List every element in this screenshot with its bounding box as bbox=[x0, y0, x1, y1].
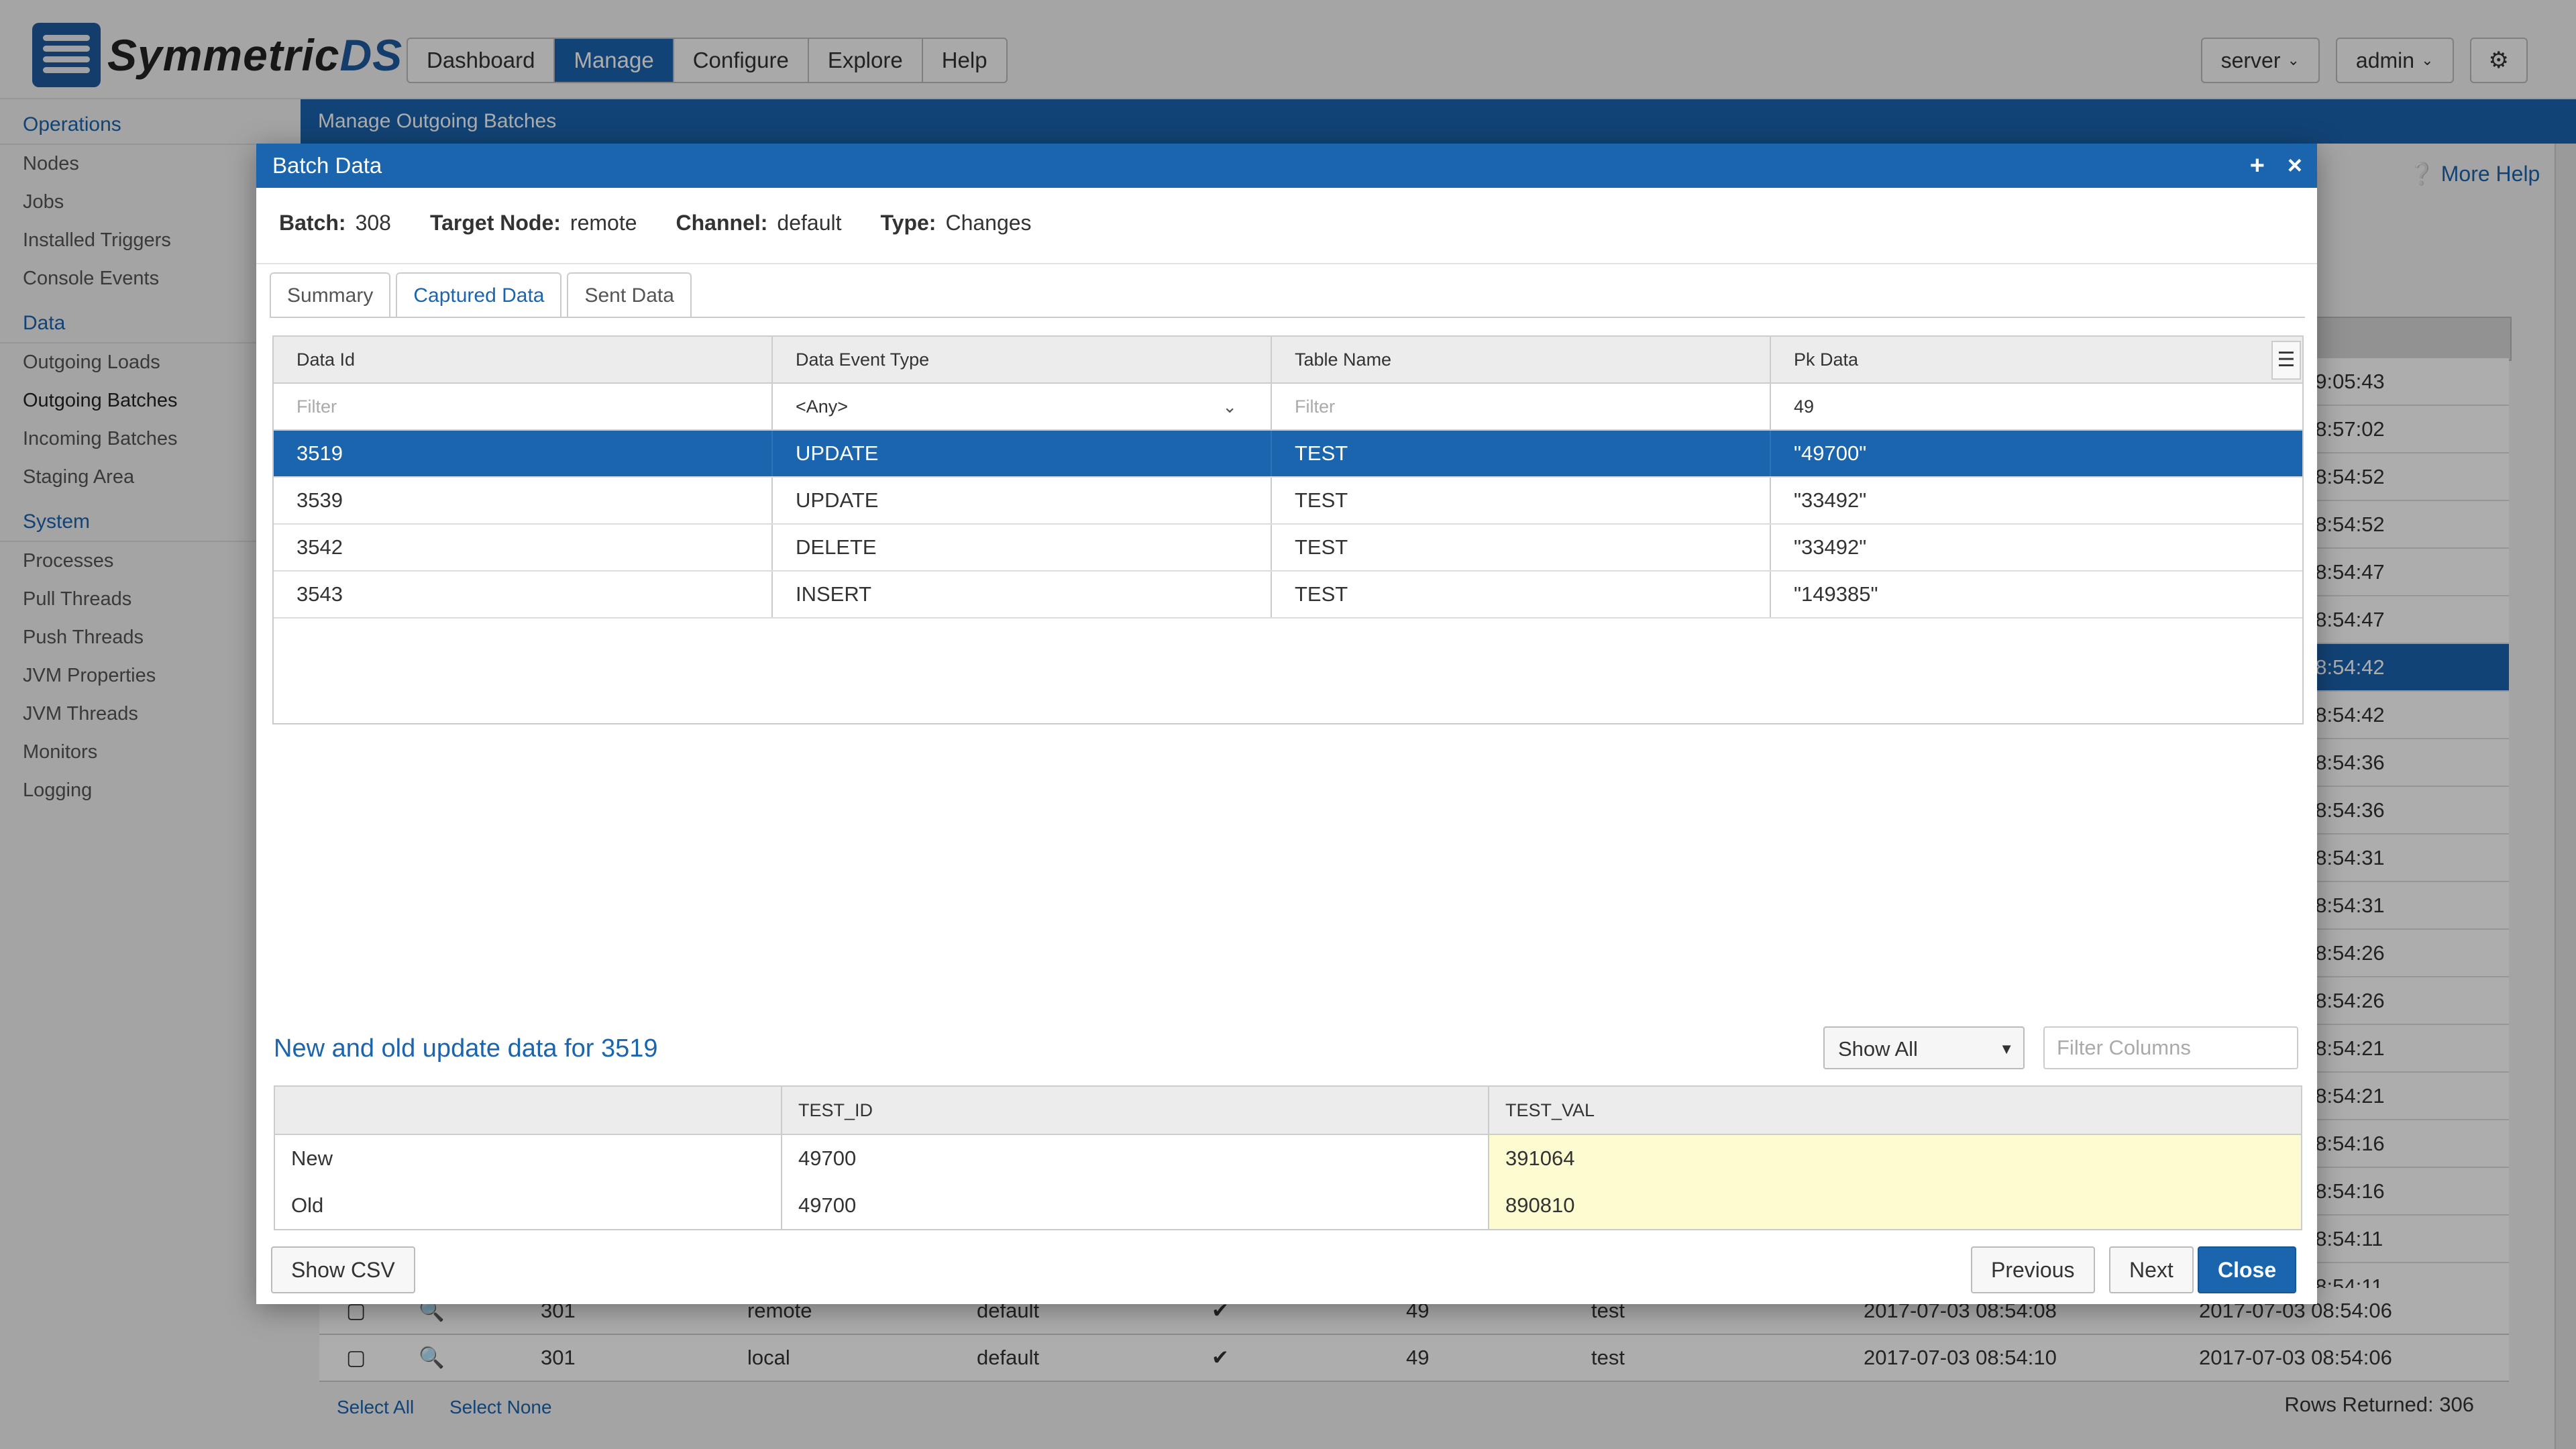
tab-captured-data[interactable]: Captured Data bbox=[396, 272, 562, 318]
pk-data-cell: "149385" bbox=[1794, 582, 1878, 606]
event-type-filter-select[interactable]: <Any> ⌄ bbox=[773, 384, 1272, 429]
data-id-cell: 3542 bbox=[274, 525, 773, 570]
caret-down-icon: ▼ bbox=[1999, 1040, 2014, 1057]
column-header-data-id[interactable]: Data Id bbox=[274, 337, 773, 382]
table-row[interactable]: Old 49700 890810 bbox=[275, 1182, 2301, 1229]
event-type-filter-value: <Any> bbox=[796, 396, 849, 417]
update-table-header: TEST_ID TEST_VAL bbox=[275, 1087, 2301, 1135]
table-name-cell: TEST bbox=[1272, 525, 1771, 570]
chevron-down-icon: ⌄ bbox=[1222, 396, 1237, 417]
grid-header-row: Data Id Data Event Type Table Name Pk Da… bbox=[274, 337, 2302, 384]
dialog-title-bar: Batch Data + × bbox=[256, 144, 2317, 188]
channel-value: default bbox=[777, 211, 842, 235]
close-icon[interactable]: × bbox=[2288, 144, 2302, 188]
pk-data-cell: "33492" bbox=[1794, 488, 1867, 512]
event-type-cell: UPDATE bbox=[773, 478, 1272, 523]
table-name-cell: TEST bbox=[1272, 431, 1771, 476]
batch-info: Batch: 308 Target Node: remote Channel: def… bbox=[279, 211, 1032, 235]
column-header-test-id: TEST_ID bbox=[782, 1087, 1489, 1134]
table-name-cell: TEST bbox=[1272, 478, 1771, 523]
column-header-test-val: TEST_VAL bbox=[1505, 1100, 1595, 1120]
table-row[interactable]: 3519 UPDATE TEST "49700" bbox=[274, 431, 2302, 478]
type-label: Type: bbox=[880, 211, 936, 235]
filter-columns-input[interactable] bbox=[2043, 1026, 2298, 1069]
table-row[interactable]: 3539 UPDATE TEST "33492" bbox=[274, 478, 2302, 525]
previous-button[interactable]: Previous bbox=[1971, 1246, 2095, 1293]
test-val-cell: 890810 bbox=[1489, 1182, 2301, 1229]
data-id-filter[interactable]: Filter bbox=[274, 384, 773, 429]
data-id-cell: 3519 bbox=[274, 431, 773, 476]
show-all-value: Show All bbox=[1838, 1037, 1918, 1061]
dialog-title: Batch Data bbox=[272, 153, 382, 178]
column-menu-icon[interactable]: ☰ bbox=[2271, 341, 2301, 380]
data-id-cell: 3543 bbox=[274, 572, 773, 617]
pk-data-filter[interactable]: 49 bbox=[1771, 384, 2302, 429]
next-button[interactable]: Next bbox=[2109, 1246, 2194, 1293]
channel-label: Channel: bbox=[676, 211, 768, 235]
table-row[interactable]: 3542 DELETE TEST "33492" bbox=[274, 525, 2302, 572]
table-row[interactable]: New 49700 391064 bbox=[275, 1135, 2301, 1183]
test-id-cell: 49700 bbox=[782, 1182, 1489, 1229]
target-node-label: Target Node: bbox=[429, 211, 561, 235]
tab-summary[interactable]: Summary bbox=[270, 272, 391, 318]
table-row[interactable]: 3543 INSERT TEST "149385" bbox=[274, 572, 2302, 619]
close-button[interactable]: Close bbox=[2198, 1246, 2297, 1293]
maximize-icon[interactable]: + bbox=[2250, 144, 2265, 188]
column-header-pk-data[interactable]: Pk Data bbox=[1771, 337, 2270, 382]
row-type-cell: Old bbox=[275, 1182, 782, 1229]
grid-filter-row: Filter <Any> ⌄ Filter 49 bbox=[274, 384, 2302, 431]
update-data-table: TEST_ID TEST_VAL New 49700 391064 Old 49… bbox=[274, 1085, 2302, 1230]
target-node-value: remote bbox=[570, 211, 637, 235]
table-name-cell: TEST bbox=[1272, 572, 1771, 617]
test-val-cell: 391064 bbox=[1489, 1135, 2301, 1182]
type-value: Changes bbox=[945, 211, 1032, 235]
row-type-cell: New bbox=[275, 1135, 782, 1182]
captured-data-grid: Data Id Data Event Type Table Name Pk Da… bbox=[272, 335, 2304, 724]
batch-value: 308 bbox=[355, 211, 391, 235]
event-type-cell: UPDATE bbox=[773, 431, 1272, 476]
tab-sent-data[interactable]: Sent Data bbox=[567, 272, 692, 318]
event-type-cell: DELETE bbox=[773, 525, 1272, 570]
batch-data-dialog: Batch Data + × Batch: 308 Target Node: rem… bbox=[256, 144, 2317, 1304]
column-header-row-type bbox=[275, 1087, 782, 1134]
event-type-cell: INSERT bbox=[773, 572, 1272, 617]
show-all-select[interactable]: Show All ▼ bbox=[1823, 1026, 2025, 1069]
pk-data-cell: "33492" bbox=[1794, 535, 1867, 559]
dialog-tabs: Summary Captured Data Sent Data bbox=[270, 272, 692, 318]
pk-data-cell: "49700" bbox=[1794, 441, 1867, 465]
data-id-cell: 3539 bbox=[274, 478, 773, 523]
update-data-heading: New and old update data for 3519 bbox=[274, 1034, 658, 1063]
column-header-data-event-type[interactable]: Data Event Type bbox=[773, 337, 1272, 382]
test-id-cell: 49700 bbox=[782, 1135, 1489, 1182]
batch-label: Batch: bbox=[279, 211, 346, 235]
table-name-filter[interactable]: Filter bbox=[1272, 384, 1771, 429]
column-header-table-name[interactable]: Table Name bbox=[1272, 337, 1771, 382]
show-csv-button[interactable]: Show CSV bbox=[271, 1246, 415, 1293]
